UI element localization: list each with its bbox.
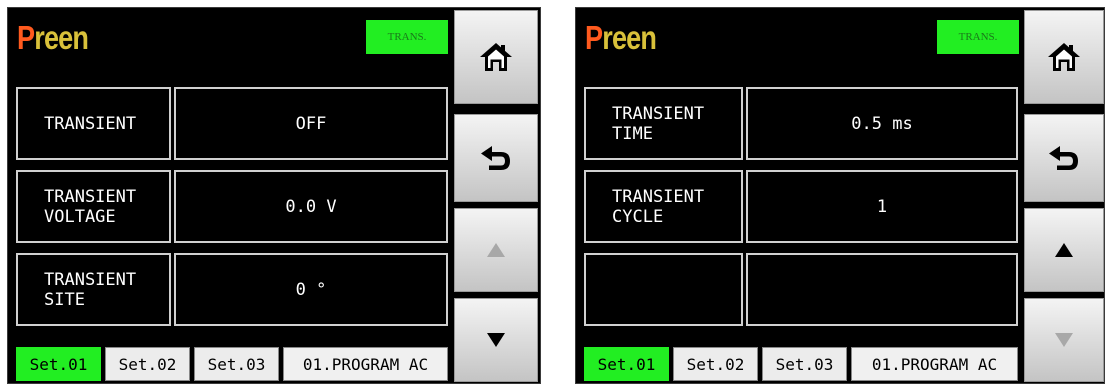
home-icon — [480, 43, 512, 71]
tab-set-01[interactable]: Set.01 — [584, 347, 669, 381]
row-1-label: TRANSIENT TIME — [612, 103, 705, 144]
up-triangle-icon — [1055, 243, 1073, 257]
row-2-label-cell[interactable]: TRANSIENT VOLTAGE — [16, 170, 171, 243]
brand-logo: Preen — [585, 19, 657, 56]
back-button[interactable] — [454, 114, 538, 202]
device-screen-right: Preen TRANS. TRANSIENT TIME 0.5 ms TRANS… — [575, 7, 1105, 384]
row-1-value: OFF — [295, 113, 327, 134]
row-3-value-cell[interactable]: 0 ° — [174, 253, 448, 326]
row-3-label: TRANSIENT SITE — [44, 269, 137, 310]
row-1-label: TRANSIENT — [44, 113, 137, 134]
back-button[interactable] — [1024, 114, 1104, 202]
row-3-label-cell[interactable] — [584, 253, 743, 326]
tab-set-03[interactable]: Set.03 — [194, 347, 279, 381]
row-2-label: TRANSIENT CYCLE — [612, 186, 705, 227]
back-arrow-icon — [481, 146, 510, 170]
trans-mode-badge: TRANS. — [366, 20, 448, 54]
device-screen-left: Preen TRANS. TRANSIENT OFF TRANSIENT VOL… — [7, 7, 541, 384]
brand-logo: Preen — [17, 19, 89, 56]
row-2-value: 0.0 V — [285, 196, 337, 217]
home-button[interactable] — [454, 10, 538, 104]
home-icon — [1048, 43, 1080, 71]
tab-set-01[interactable]: Set.01 — [16, 347, 101, 381]
scroll-down-button[interactable] — [1024, 298, 1104, 382]
program-tab[interactable]: 01.PROGRAM AC — [283, 347, 448, 381]
trans-mode-badge: TRANS. — [937, 20, 1019, 54]
scroll-up-button[interactable] — [1024, 208, 1104, 292]
back-arrow-icon — [1049, 146, 1078, 170]
tab-set-03[interactable]: Set.03 — [762, 347, 847, 381]
scroll-up-button[interactable] — [454, 208, 538, 292]
row-2-label-cell[interactable]: TRANSIENT CYCLE — [584, 170, 743, 243]
row-2-label: TRANSIENT VOLTAGE — [44, 186, 137, 227]
up-triangle-icon — [487, 243, 505, 257]
row-1-label-cell[interactable]: TRANSIENT — [16, 87, 171, 160]
row-1-value: 0.5 ms — [851, 113, 913, 134]
row-2-value-cell[interactable]: 1 — [746, 170, 1018, 243]
down-triangle-icon — [487, 333, 505, 347]
tab-set-02[interactable]: Set.02 — [673, 347, 758, 381]
row-3-value-cell[interactable] — [746, 253, 1018, 326]
row-1-value-cell[interactable]: OFF — [174, 87, 448, 160]
tab-set-02[interactable]: Set.02 — [105, 347, 190, 381]
row-1-label-cell[interactable]: TRANSIENT TIME — [584, 87, 743, 160]
home-button[interactable] — [1024, 10, 1104, 104]
row-1-value-cell[interactable]: 0.5 ms — [746, 87, 1018, 160]
row-2-value-cell[interactable]: 0.0 V — [174, 170, 448, 243]
scroll-down-button[interactable] — [454, 298, 538, 382]
row-3-label-cell[interactable]: TRANSIENT SITE — [16, 253, 171, 326]
row-2-value: 1 — [876, 196, 888, 217]
program-tab[interactable]: 01.PROGRAM AC — [851, 347, 1018, 381]
down-triangle-icon — [1055, 333, 1073, 347]
row-3-value: 0 ° — [295, 279, 327, 300]
